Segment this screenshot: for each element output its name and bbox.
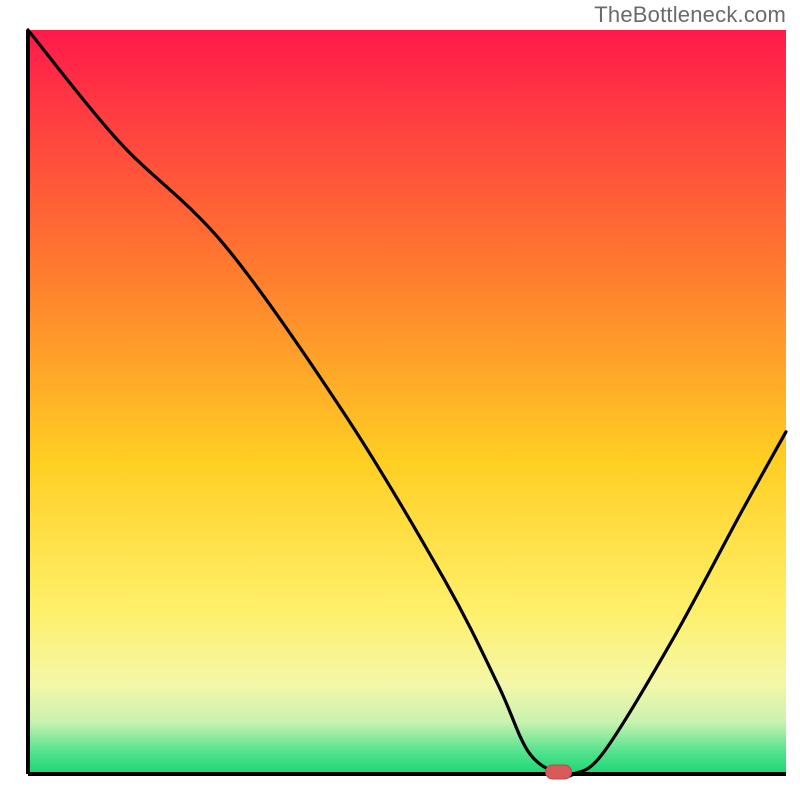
optimal-marker (546, 765, 572, 779)
bottleneck-chart (0, 0, 800, 800)
chart-container: { "watermark": "TheBottleneck.com", "col… (0, 0, 800, 800)
plot-background (28, 30, 786, 774)
